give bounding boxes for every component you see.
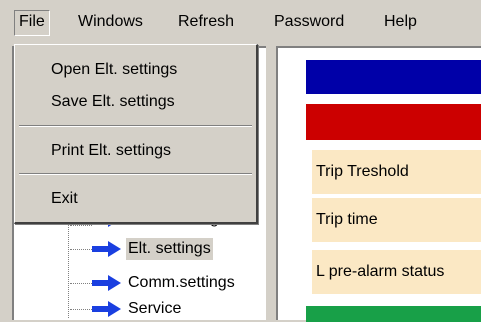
settings-panel: Trip Treshold Trip time L pre-alarm stat…: [276, 46, 481, 322]
menu-separator: [19, 173, 252, 175]
menu-separator: [19, 125, 252, 127]
arrow-right-icon: [92, 301, 121, 317]
menu-item-save-elt-settings[interactable]: Save Elt. settings: [51, 89, 175, 115]
tree-connector: [70, 225, 92, 227]
menu-item-print-elt-settings[interactable]: Print Elt. settings: [51, 138, 171, 164]
alarm-bar: [306, 104, 481, 140]
param-trip-threshold[interactable]: Trip Treshold: [312, 150, 481, 194]
param-trip-time[interactable]: Trip time: [312, 198, 481, 242]
tree-item-label: Service: [128, 300, 182, 317]
arrow-right-icon: [92, 275, 121, 291]
tree-item-label: Elt. settings: [126, 238, 213, 260]
param-pre-alarm-status[interactable]: L pre-alarm status: [312, 250, 481, 294]
menu-item-exit[interactable]: Exit: [51, 186, 78, 212]
tree-item-label: Comm.settings: [128, 274, 235, 291]
menu-file[interactable]: File: [14, 10, 50, 36]
menu-refresh[interactable]: Refresh: [174, 10, 238, 34]
file-dropdown-menu: Open Elt. settings Save Elt. settings Pr…: [14, 44, 258, 224]
tree-connector: [70, 309, 92, 311]
arrow-right-icon: [92, 241, 121, 257]
menu-bar: File Windows Refresh Password Help: [0, 0, 481, 44]
menu-password[interactable]: Password: [270, 10, 348, 34]
menu-windows[interactable]: Windows: [74, 10, 147, 34]
menu-item-open-elt-settings[interactable]: Open Elt. settings: [51, 57, 177, 83]
header-bar: [306, 60, 481, 94]
menu-help[interactable]: Help: [380, 10, 421, 34]
tree-connector: [70, 249, 92, 251]
tree-connector: [70, 283, 92, 285]
